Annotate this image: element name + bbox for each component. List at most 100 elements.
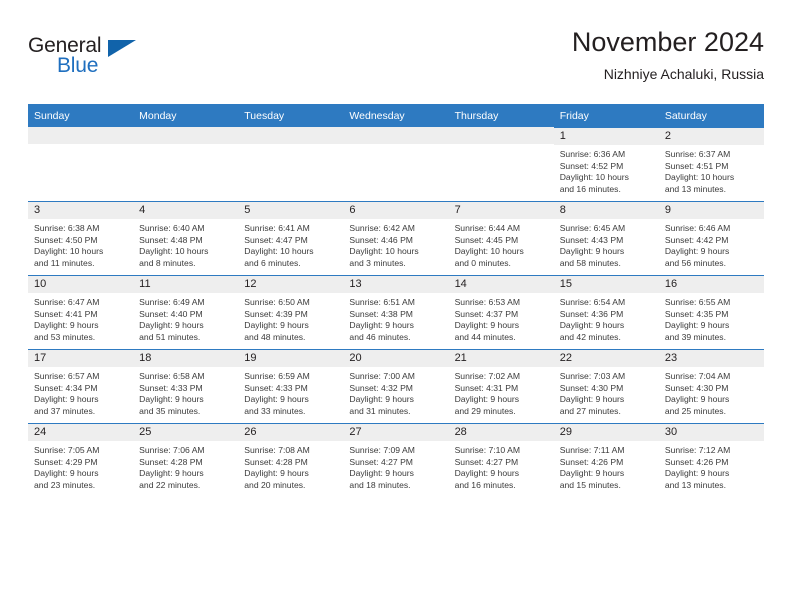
calendar-day-cell[interactable]: 2 Sunrise: 6:37 AM Sunset: 4:51 PM Daylight… (658, 127, 764, 201)
day-details: Sunrise: 6:44 AM Sunset: 4:45 PM Daylight:… (449, 219, 554, 269)
daylight-text-line2: and 18 minutes. (349, 479, 411, 490)
day-cell-15: 15 Sunrise: 6:54 AM Sunset: 4:36 PM Dayligh… (553, 275, 659, 349)
calendar-day-cell[interactable]: 20 Sunrise: 7:00 AM Sunset: 4:32 PM Dayligh… (343, 349, 449, 423)
calendar-day-cell[interactable]: 16 Sunrise: 6:55 AM Sunset: 4:35 PM Dayligh… (658, 275, 764, 349)
calendar-day-cell[interactable]: 24 Sunrise: 7:05 AM Sunset: 4:29 PM Dayligh… (28, 423, 134, 497)
calendar-day-cell[interactable]: 29 Sunrise: 7:11 AM Sunset: 4:26 PM Dayligh… (553, 423, 659, 497)
daylight-text-line2: and 35 minutes. (139, 405, 201, 416)
daylight-text-line1: Daylight: 10 hours (664, 172, 735, 183)
calendar-body: 1 Sunrise: 6:36 AM Sunset: 4:52 PM Daylight… (28, 127, 764, 497)
day-number: 20 (343, 350, 449, 367)
day-number: 3 (28, 202, 134, 219)
sunset-text: Sunset: 4:43 PM (559, 234, 624, 245)
daylight-text-line1: Daylight: 9 hours (244, 394, 309, 405)
calendar-day-cell[interactable]: 30 Sunrise: 7:12 AM Sunset: 4:26 PM Dayligh… (658, 423, 764, 497)
daylight-text-line2: and 56 minutes. (664, 257, 726, 268)
day-number: 18 (133, 350, 239, 367)
calendar-day-cell[interactable]: 21 Sunrise: 7:02 AM Sunset: 4:31 PM Dayligh… (448, 349, 554, 423)
day-cell-21: 21 Sunrise: 7:02 AM Sunset: 4:31 PM Dayligh… (448, 349, 554, 423)
sunrise-text: Sunrise: 6:59 AM (244, 371, 310, 381)
page-title: November 2024 (571, 27, 764, 57)
day-details: Sunrise: 6:38 AM Sunset: 4:50 PM Daylight:… (28, 219, 133, 269)
day-cell-25: 25 Sunrise: 7:06 AM Sunset: 4:28 PM Dayligh… (133, 423, 239, 497)
calendar-day-cell[interactable]: 26 Sunrise: 7:08 AM Sunset: 4:28 PM Dayligh… (238, 423, 344, 497)
page-subtitle: Nizhniye Achaluki, Russia (603, 66, 764, 82)
calendar-day-cell[interactable]: 10 Sunrise: 6:47 AM Sunset: 4:41 PM Dayligh… (28, 275, 134, 349)
sunset-text: Sunset: 4:36 PM (559, 308, 624, 319)
calendar-day-cell[interactable]: 7 Sunrise: 6:44 AM Sunset: 4:45 PM Daylight… (448, 201, 554, 275)
sunset-text: Sunset: 4:39 PM (244, 308, 308, 319)
calendar-day-cell (133, 127, 239, 201)
day-number: 14 (448, 276, 554, 293)
day-cell-5: 5 Sunrise: 6:41 AM Sunset: 4:47 PM Daylight… (238, 201, 344, 275)
calendar-day-cell[interactable]: 6 Sunrise: 6:42 AM Sunset: 4:46 PM Daylight… (343, 201, 449, 275)
sunset-text: Sunset: 4:34 PM (34, 382, 98, 393)
daylight-text-line1: Daylight: 9 hours (664, 246, 730, 257)
sunset-text: Sunset: 4:33 PM (244, 382, 308, 393)
calendar-day-cell[interactable]: 3 Sunrise: 6:38 AM Sunset: 4:50 PM Daylight… (28, 201, 134, 275)
column-header-friday: Friday (553, 104, 659, 127)
calendar-day-cell[interactable]: 4 Sunrise: 6:40 AM Sunset: 4:48 PM Daylight… (133, 201, 239, 275)
daylight-text-line2: and 23 minutes. (34, 479, 96, 490)
day-cell-29: 29 Sunrise: 7:11 AM Sunset: 4:26 PM Dayligh… (553, 423, 659, 497)
daylight-text-line2: and 33 minutes. (244, 405, 306, 416)
calendar-day-cell[interactable]: 15 Sunrise: 6:54 AM Sunset: 4:36 PM Dayligh… (553, 275, 659, 349)
day-details: Sunrise: 6:46 AM Sunset: 4:42 PM Daylight:… (659, 219, 764, 269)
day-cell-6: 6 Sunrise: 6:42 AM Sunset: 4:46 PM Daylight… (343, 201, 449, 275)
calendar-day-cell[interactable]: 27 Sunrise: 7:09 AM Sunset: 4:27 PM Dayligh… (343, 423, 449, 497)
calendar-day-cell[interactable]: 9 Sunrise: 6:46 AM Sunset: 4:42 PM Daylight… (658, 201, 764, 275)
sunset-text: Sunset: 4:30 PM (664, 382, 729, 393)
day-details: Sunrise: 6:54 AM Sunset: 4:36 PM Daylight:… (554, 293, 659, 343)
calendar-day-cell[interactable]: 1 Sunrise: 6:36 AM Sunset: 4:52 PM Daylight… (553, 127, 659, 201)
sunset-text: Sunset: 4:27 PM (454, 456, 519, 467)
calendar-day-cell[interactable]: 11 Sunrise: 6:49 AM Sunset: 4:40 PM Dayligh… (133, 275, 239, 349)
daylight-text-line2: and 13 minutes. (664, 479, 726, 490)
brand-logo[interactable]: General Blue (28, 34, 208, 86)
sunrise-text: Sunrise: 6:54 AM (559, 297, 626, 307)
calendar-day-cell[interactable]: 22 Sunrise: 7:03 AM Sunset: 4:30 PM Dayligh… (553, 349, 659, 423)
daylight-text-line1: Daylight: 9 hours (34, 320, 99, 331)
calendar-day-cell[interactable]: 23 Sunrise: 7:04 AM Sunset: 4:30 PM Dayligh… (658, 349, 764, 423)
sunrise-text: Sunrise: 6:50 AM (244, 297, 310, 307)
calendar-day-cell[interactable]: 13 Sunrise: 6:51 AM Sunset: 4:38 PM Dayligh… (343, 275, 449, 349)
day-cell-4: 4 Sunrise: 6:40 AM Sunset: 4:48 PM Daylight… (133, 201, 239, 275)
day-details: Sunrise: 6:51 AM Sunset: 4:38 PM Daylight:… (343, 293, 448, 343)
sunset-text: Sunset: 4:42 PM (664, 234, 729, 245)
day-cell-18: 18 Sunrise: 6:58 AM Sunset: 4:33 PM Dayligh… (133, 349, 239, 423)
daylight-text-line2: and 27 minutes. (559, 405, 621, 416)
calendar-day-cell[interactable]: 25 Sunrise: 7:06 AM Sunset: 4:28 PM Dayligh… (133, 423, 239, 497)
daylight-text-line1: Daylight: 9 hours (559, 320, 625, 331)
daylight-text-line2: and 48 minutes. (244, 331, 306, 342)
calendar-page: General Blue November 2024 Nizhniye Acha… (0, 0, 792, 612)
day-number: 2 (658, 128, 764, 145)
column-header-saturday: Saturday (658, 104, 764, 127)
day-number: 23 (658, 350, 764, 367)
day-cell-10: 10 Sunrise: 6:47 AM Sunset: 4:41 PM Dayligh… (28, 275, 134, 349)
calendar-day-cell[interactable]: 14 Sunrise: 6:53 AM Sunset: 4:37 PM Dayligh… (448, 275, 554, 349)
column-header-tuesday: Tuesday (238, 104, 344, 127)
calendar-day-cell[interactable]: 8 Sunrise: 6:45 AM Sunset: 4:43 PM Daylight… (553, 201, 659, 275)
sunrise-text: Sunrise: 7:03 AM (559, 371, 626, 381)
day-number: 12 (238, 276, 344, 293)
title-block: November 2024 Nizhniye Achaluki, Russia (572, 26, 764, 84)
daylight-text-line1: Daylight: 10 hours (34, 246, 104, 257)
calendar-day-cell[interactable]: 12 Sunrise: 6:50 AM Sunset: 4:39 PM Dayligh… (238, 275, 344, 349)
calendar-day-cell[interactable]: 5 Sunrise: 6:41 AM Sunset: 4:47 PM Daylight… (238, 201, 344, 275)
sunset-text: Sunset: 4:29 PM (34, 456, 98, 467)
sunset-text: Sunset: 4:30 PM (559, 382, 624, 393)
day-cell-7: 7 Sunrise: 6:44 AM Sunset: 4:45 PM Daylight… (448, 201, 554, 275)
daylight-text-line1: Daylight: 9 hours (559, 394, 625, 405)
daylight-text-line1: Daylight: 9 hours (664, 320, 730, 331)
calendar-day-cell[interactable]: 18 Sunrise: 6:58 AM Sunset: 4:33 PM Dayligh… (133, 349, 239, 423)
day-number (133, 127, 239, 144)
daylight-text-line1: Daylight: 10 hours (559, 172, 629, 183)
sunset-text: Sunset: 4:28 PM (139, 456, 203, 467)
sunrise-text: Sunrise: 7:10 AM (454, 445, 521, 455)
day-cell-16: 16 Sunrise: 6:55 AM Sunset: 4:35 PM Dayligh… (658, 275, 764, 349)
calendar-day-cell[interactable]: 28 Sunrise: 7:10 AM Sunset: 4:27 PM Dayligh… (448, 423, 554, 497)
calendar-day-cell[interactable]: 17 Sunrise: 6:57 AM Sunset: 4:34 PM Dayligh… (28, 349, 134, 423)
daylight-text-line2: and 25 minutes. (664, 405, 726, 416)
daylight-text-line2: and 37 minutes. (34, 405, 96, 416)
calendar-day-cell[interactable]: 19 Sunrise: 6:59 AM Sunset: 4:33 PM Dayligh… (238, 349, 344, 423)
daylight-text-line1: Daylight: 9 hours (559, 246, 625, 257)
